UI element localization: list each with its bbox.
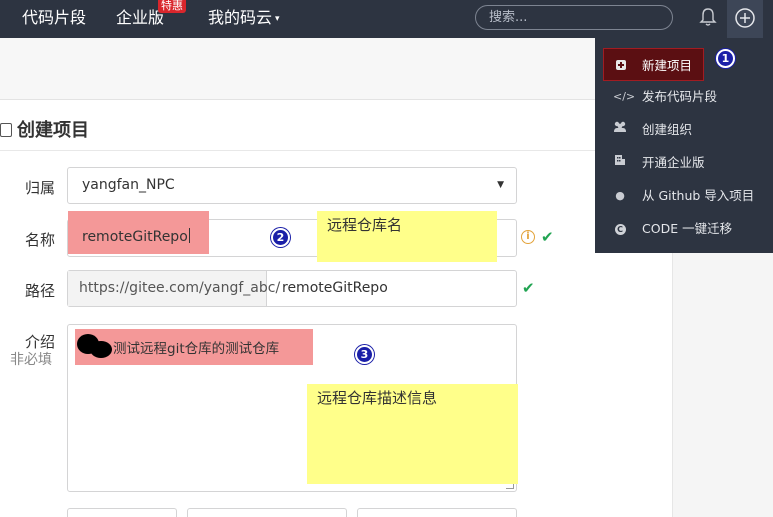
check-icon: ✔: [541, 228, 554, 246]
option-box[interactable]: [67, 508, 177, 517]
annotation-note-desc: 远程仓库描述信息: [307, 384, 518, 484]
step-badge-2: 2: [271, 228, 290, 247]
caret-down-icon: ▼: [497, 180, 504, 190]
chevron-down-icon: ▾: [275, 14, 280, 24]
copyright-glyph: C: [614, 224, 626, 235]
owner-value: yangfan_NPC: [82, 177, 175, 193]
nav-code-snippets[interactable]: 代码片段: [22, 0, 86, 38]
create-dropdown-menu: 新建项目 </> 发布代码片段 创建组织 开通企业版 ● 从 Github 导入…: [595, 38, 773, 253]
menu-item-label: 开通企业版: [642, 155, 705, 170]
nav-my-gitee[interactable]: 我的码云 ▾: [208, 0, 280, 38]
optional-hint: 非必填: [10, 352, 52, 368]
menu-item-label: 创建组织: [642, 122, 693, 137]
page-title: 创建项目: [0, 116, 89, 142]
path-label: 路径: [25, 282, 56, 300]
building-icon: [613, 146, 627, 179]
owner-select[interactable]: yangfan_NPC ▼: [67, 167, 517, 204]
menu-item-label: 从 Github 导入项目: [642, 188, 755, 203]
menu-item-import-github[interactable]: ● 从 Github 导入项目: [595, 179, 773, 212]
annotation-note-name: 远程仓库名: [317, 211, 497, 262]
check-icon: ✔: [522, 279, 535, 297]
path-input-group: https://gitee.com/yangf_abc/ remoteGitRe…: [67, 270, 517, 307]
hot-badge: 特惠: [158, 0, 186, 13]
menu-item-label: 新建项目: [642, 58, 693, 73]
step-badge-1: 1: [716, 49, 735, 68]
description-value: 测试远程git仓库的测试仓库: [113, 341, 280, 357]
info-icon[interactable]: i: [521, 230, 535, 244]
bell-icon[interactable]: [697, 6, 719, 28]
menu-item-label: CODE 一键迁移: [642, 221, 733, 236]
project-icon: [0, 123, 12, 137]
option-box[interactable]: [357, 508, 517, 517]
plus-circle-icon: [735, 8, 755, 28]
option-box[interactable]: [187, 508, 347, 517]
create-menu-button[interactable]: [727, 0, 763, 38]
menu-item-enterprise[interactable]: 开通企业版: [595, 146, 773, 179]
title-divider: [0, 150, 672, 151]
menu-item-code-migrate[interactable]: C CODE 一键迁移: [595, 212, 773, 245]
copyright-icon: C: [613, 212, 627, 245]
search-input[interactable]: 搜索...: [475, 5, 673, 30]
nav-enterprise[interactable]: 企业版: [116, 0, 164, 38]
name-label: 名称: [25, 231, 56, 249]
github-icon: ●: [615, 189, 625, 202]
owner-label: 归属: [25, 179, 56, 197]
nav-my-gitee-label: 我的码云: [208, 8, 273, 27]
path-input[interactable]: remoteGitRepo: [282, 271, 388, 306]
code-icon: </>: [613, 90, 636, 103]
menu-item-publish-snippet[interactable]: </> 发布代码片段: [595, 80, 773, 113]
scribble-blot: [90, 341, 112, 358]
annotation-name-highlight: remoteGitRepo: [68, 211, 209, 254]
menu-item-new-project[interactable]: 新建项目: [603, 48, 704, 81]
text-cursor: [188, 228, 190, 243]
page-title-text: 创建项目: [17, 120, 89, 141]
plus-square-icon: [614, 49, 628, 82]
users-icon: [613, 113, 627, 146]
project-name-value: remoteGitRepo: [82, 229, 188, 245]
step-badge-3: 3: [355, 345, 374, 364]
menu-item-label: 发布代码片段: [642, 89, 718, 104]
menu-item-create-org[interactable]: 创建组织: [595, 113, 773, 146]
path-prefix: https://gitee.com/yangf_abc/: [68, 271, 280, 306]
top-navbar: 代码片段 企业版 特惠 我的码云 ▾ 搜索...: [0, 0, 773, 38]
